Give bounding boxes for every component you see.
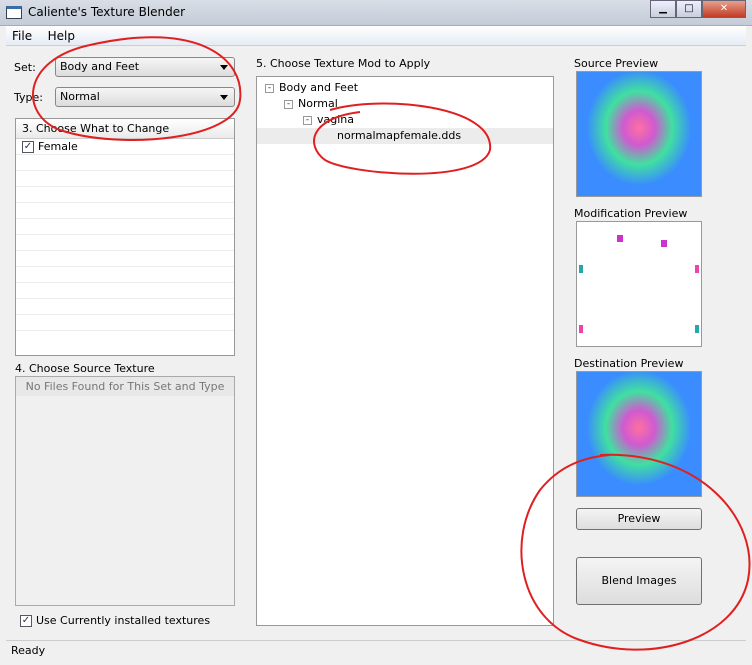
item-label: Female <box>38 140 78 153</box>
app-icon <box>6 6 22 19</box>
window-title: Caliente's Texture Blender <box>28 5 186 19</box>
source-texture-list[interactable]: No Files Found for This Set and Type <box>15 376 235 606</box>
collapse-icon[interactable]: - <box>284 99 293 109</box>
modification-preview-label: Modification Preview <box>574 207 688 220</box>
use-installed-label: Use Currently installed textures <box>36 614 211 627</box>
collapse-icon[interactable]: - <box>265 83 274 93</box>
menu-help[interactable]: Help <box>42 26 81 46</box>
node-label: Normal <box>298 97 338 110</box>
collapse-icon[interactable]: - <box>303 115 312 125</box>
list-item[interactable]: ✓ Female <box>16 139 234 155</box>
use-installed-checkbox[interactable]: ✓ <box>20 614 32 627</box>
mod-label: 5. Choose Texture Mod to Apply <box>256 57 431 70</box>
female-checkbox[interactable]: ✓ <box>22 140 34 153</box>
destination-preview-image <box>576 371 702 497</box>
close-button[interactable]: ✕ <box>702 0 746 18</box>
chevron-down-icon <box>220 65 228 70</box>
tree-node-selected[interactable]: normalmapfemale.dds <box>257 128 553 144</box>
tree-node[interactable]: - Body and Feet <box>257 80 553 96</box>
set-dropdown[interactable]: Body and Feet <box>55 57 235 77</box>
blend-images-button[interactable]: Blend Images <box>576 557 702 605</box>
title-bar: Caliente's Texture Blender ▁ □ ✕ <box>0 0 752 26</box>
type-dropdown[interactable]: Normal <box>55 87 235 107</box>
empty-message: No Files Found for This Set and Type <box>16 377 234 396</box>
source-preview-image <box>576 71 702 197</box>
status-bar: Ready <box>6 640 746 659</box>
set-label: Set: <box>14 61 36 74</box>
use-installed-option[interactable]: ✓ Use Currently installed textures <box>20 614 210 627</box>
maximize-button[interactable]: □ <box>676 0 702 18</box>
node-label: vagina <box>317 113 355 126</box>
source-preview-label: Source Preview <box>574 57 659 70</box>
set-value: Body and Feet <box>60 60 140 73</box>
minimize-button[interactable]: ▁ <box>650 0 676 18</box>
chevron-down-icon <box>220 95 228 100</box>
type-value: Normal <box>60 90 100 103</box>
source-texture-label: 4. Choose Source Texture <box>15 362 155 375</box>
menu-file[interactable]: File <box>6 26 38 46</box>
change-list[interactable]: 3. Choose What to Change ✓ Female <box>15 118 235 356</box>
modification-preview-image <box>576 221 702 347</box>
menu-bar: File Help <box>6 26 746 46</box>
tree-node[interactable]: - vagina <box>257 112 553 128</box>
node-label: normalmapfemale.dds <box>337 129 462 142</box>
tree-node[interactable]: - Normal <box>257 96 553 112</box>
change-header: 3. Choose What to Change <box>16 119 234 139</box>
destination-preview-label: Destination Preview <box>574 357 684 370</box>
type-label: Type: <box>14 91 43 104</box>
node-label: Body and Feet <box>279 81 359 94</box>
status-text: Ready <box>11 644 46 657</box>
mod-tree[interactable]: - Body and Feet - Normal - vagina normalmap… <box>256 76 554 626</box>
preview-button[interactable]: Preview <box>576 508 702 530</box>
